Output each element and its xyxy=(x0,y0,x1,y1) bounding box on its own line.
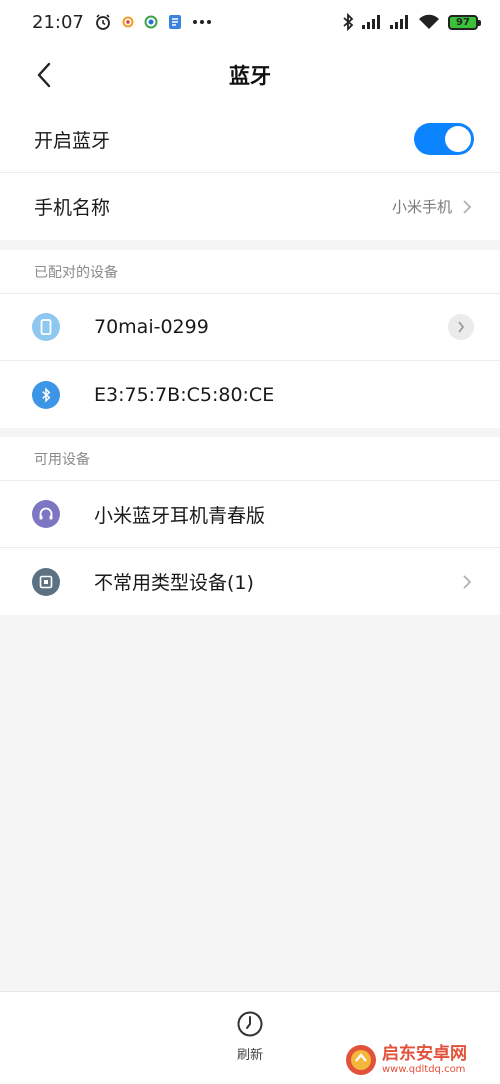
app-icon xyxy=(168,14,182,30)
refresh-button[interactable]: 刷新 xyxy=(220,1010,280,1066)
headphones-icon xyxy=(32,500,60,528)
watermark-logo-icon xyxy=(346,1045,376,1075)
signal-icon xyxy=(362,15,382,29)
phone-device-icon xyxy=(32,313,60,341)
status-time: 21:07 xyxy=(32,11,84,33)
watermark-url: www.qdltdq.com xyxy=(382,1064,466,1075)
back-button[interactable] xyxy=(26,57,62,93)
signal-icon xyxy=(390,15,410,29)
available-device-row[interactable]: 小米蓝牙耳机青春版 xyxy=(0,481,500,548)
paired-devices-card: 已配对的设备 70mai-0299 E3:75:7B:C5:80:CE xyxy=(0,250,500,428)
paired-device-row[interactable]: 70mai-0299 xyxy=(0,294,500,361)
refresh-icon xyxy=(237,1011,263,1037)
phone-name-value: 小米手机 xyxy=(391,198,452,216)
refresh-label: 刷新 xyxy=(236,1048,263,1063)
back-arrow-icon xyxy=(37,62,51,88)
chevron-right-icon xyxy=(462,197,474,217)
available-device-row[interactable]: 不常用类型设备(1) xyxy=(0,548,500,615)
generic-device-icon xyxy=(32,567,60,596)
chevron-right-icon xyxy=(462,572,474,592)
more-icon xyxy=(192,19,212,25)
battery-level: 97 xyxy=(456,16,470,28)
page-title: 蓝牙 xyxy=(229,64,271,88)
watermark-title: 启东安卓网 xyxy=(382,1044,467,1064)
available-device-name: 不常用类型设备(1) xyxy=(94,572,254,594)
wifi-icon xyxy=(418,14,440,30)
phone-name-row[interactable]: 手机名称 小米手机 xyxy=(0,173,500,240)
device-details-button[interactable] xyxy=(448,314,474,340)
bluetooth-icon xyxy=(342,13,354,31)
watermark: 启东安卓网 www.qdltdq.com xyxy=(344,1040,494,1080)
paired-device-name: E3:75:7B:C5:80:CE xyxy=(94,383,275,406)
battery-icon: 97 xyxy=(448,14,481,30)
paired-device-row[interactable]: E3:75:7B:C5:80:CE xyxy=(0,361,500,428)
alarm-icon xyxy=(94,13,112,31)
app-icon xyxy=(122,16,134,28)
paired-device-name: 70mai-0299 xyxy=(94,316,209,338)
bluetooth-toggle[interactable] xyxy=(414,123,474,155)
app-icon xyxy=(144,15,158,29)
paired-section-title: 已配对的设备 xyxy=(0,250,500,294)
available-devices-card: 可用设备 小米蓝牙耳机青春版 不常用类型设备(1) xyxy=(0,437,500,615)
header: 蓝牙 xyxy=(0,44,500,106)
phone-name-label: 手机名称 xyxy=(34,197,111,219)
bluetooth-toggle-row[interactable]: 开启蓝牙 xyxy=(0,106,500,173)
bluetooth-toggle-label: 开启蓝牙 xyxy=(34,129,111,152)
status-bar: 21:07 97 xyxy=(0,0,500,44)
toggle-knob xyxy=(445,126,471,152)
bottom-action-bar: 刷新 启东安卓网 www.qdltdq.com xyxy=(0,991,500,1084)
bluetooth-settings-card: 开启蓝牙 手机名称 小米手机 xyxy=(0,106,500,240)
available-device-name: 小米蓝牙耳机青春版 xyxy=(94,504,266,527)
chevron-right-icon xyxy=(458,321,465,333)
bluetooth-device-icon xyxy=(32,380,60,409)
available-section-title: 可用设备 xyxy=(0,437,500,481)
